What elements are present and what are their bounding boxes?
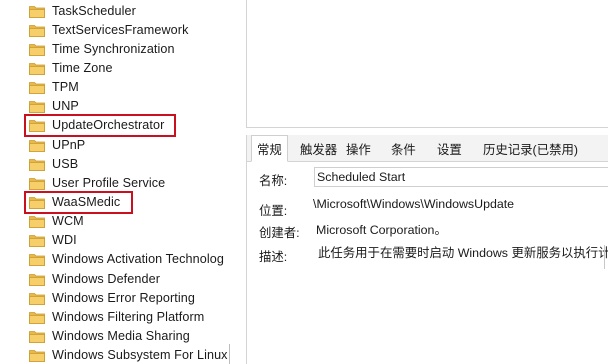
- location-label: 位置:: [259, 204, 288, 218]
- tree-item[interactable]: WDI: [29, 231, 77, 250]
- tree-item[interactable]: Time Zone: [29, 58, 113, 77]
- tree-item[interactable]: WCM: [29, 212, 84, 231]
- tree-item[interactable]: TaskScheduler: [29, 1, 136, 20]
- folder-icon: [29, 139, 45, 152]
- folder-icon: [29, 330, 45, 343]
- tab-triggers[interactable]: 触发器: [295, 135, 342, 162]
- tree-item-label: Windows Defender: [52, 271, 160, 286]
- tree-item[interactable]: USB: [29, 154, 78, 173]
- tree-item[interactable]: Windows Defender: [29, 269, 160, 288]
- tree-item[interactable]: TPM: [29, 78, 79, 97]
- folder-icon: [29, 5, 45, 18]
- tree-item-label: Windows Activation Technolog: [52, 252, 224, 267]
- folder-icon: [29, 177, 45, 190]
- tree-item-label: Time Zone: [52, 60, 113, 75]
- folder-icon: [29, 292, 45, 305]
- folder-icon: [29, 62, 45, 75]
- tab-settings[interactable]: 设置: [432, 135, 467, 162]
- tab-conditions[interactable]: 条件: [386, 135, 421, 162]
- task-details-pane: 常规 触发器 操作 条件 设置 历史记录(已禁用) 名称: Scheduled …: [246, 135, 608, 364]
- tree-item[interactable]: Windows Media Sharing: [29, 327, 190, 346]
- tree-item-label: Windows Error Reporting: [52, 290, 195, 305]
- tree-item-label: User Profile Service: [52, 175, 166, 190]
- tree-item-label: TextServicesFramework: [52, 22, 189, 37]
- tab-history[interactable]: 历史记录(已禁用): [478, 135, 583, 162]
- tab-actions[interactable]: 操作: [341, 135, 376, 162]
- folder-icon: [29, 273, 45, 286]
- task-folder-tree: TaskScheduler TextServicesFramework Time S…: [0, 0, 232, 364]
- author-label: 创建者:: [259, 226, 300, 240]
- tree-item[interactable]: Windows Filtering Platform: [29, 307, 204, 326]
- tree-item-label: Windows Subsystem For Linux: [52, 348, 228, 363]
- tree-item[interactable]: Time Synchronization: [29, 39, 175, 58]
- highlight-box: [24, 113, 176, 137]
- folder-icon: [29, 349, 45, 363]
- location-value: \Microsoft\Windows\WindowsUpdate: [313, 197, 515, 211]
- tree-item[interactable]: Windows Subsystem For Linux: [29, 346, 228, 364]
- tree-item[interactable]: TextServicesFramework: [29, 20, 188, 39]
- description-field[interactable]: 此任务用于在需要时启动 Windows 更新服务以执行计划的: [314, 241, 608, 361]
- tree-item[interactable]: UPnP: [29, 135, 85, 154]
- folder-icon: [29, 158, 45, 171]
- tree-item-label: WDI: [52, 233, 77, 248]
- tree-item-label: TaskScheduler: [52, 3, 136, 18]
- name-field[interactable]: Scheduled Start: [314, 167, 608, 187]
- folder-icon: [29, 24, 45, 37]
- tree-item[interactable]: Windows Activation Technolog: [29, 250, 224, 269]
- name-label: 名称:: [259, 174, 288, 188]
- folder-icon: [29, 81, 45, 94]
- folder-icon: [29, 43, 45, 56]
- folder-icon: [29, 311, 45, 324]
- folder-icon: [29, 253, 45, 267]
- tree-item-label: WCM: [52, 214, 84, 229]
- folder-icon: [29, 100, 45, 114]
- tree-scrollbar[interactable]: [232, 0, 242, 364]
- author-value: Microsoft Corporation。: [316, 223, 447, 237]
- tree-item[interactable]: UNP: [29, 97, 79, 116]
- tree-item-label: UNP: [52, 99, 79, 114]
- tree-item-label: Time Synchronization: [52, 41, 175, 56]
- folder-icon: [29, 234, 45, 248]
- tree-item-label: Windows Media Sharing: [52, 329, 190, 344]
- tree-item[interactable]: Windows Error Reporting: [29, 288, 195, 307]
- tree-scrollbar-line: [229, 344, 230, 364]
- task-list-pane[interactable]: [246, 0, 608, 128]
- folder-icon: [29, 215, 45, 229]
- details-scroll-edge: [604, 245, 605, 269]
- details-tabstrip: 常规 触发器 操作 条件 设置 历史记录(已禁用): [247, 135, 608, 162]
- tree-item-label: USB: [52, 156, 79, 171]
- tab-general[interactable]: 常规: [251, 135, 288, 162]
- tree-item-label: UPnP: [52, 137, 86, 152]
- description-label: 描述:: [259, 250, 288, 264]
- tree-item-label: TPM: [52, 80, 79, 95]
- highlight-box: [24, 190, 133, 214]
- tree-item[interactable]: User Profile Service: [29, 173, 165, 192]
- tree-item-label: Windows Filtering Platform: [52, 309, 205, 324]
